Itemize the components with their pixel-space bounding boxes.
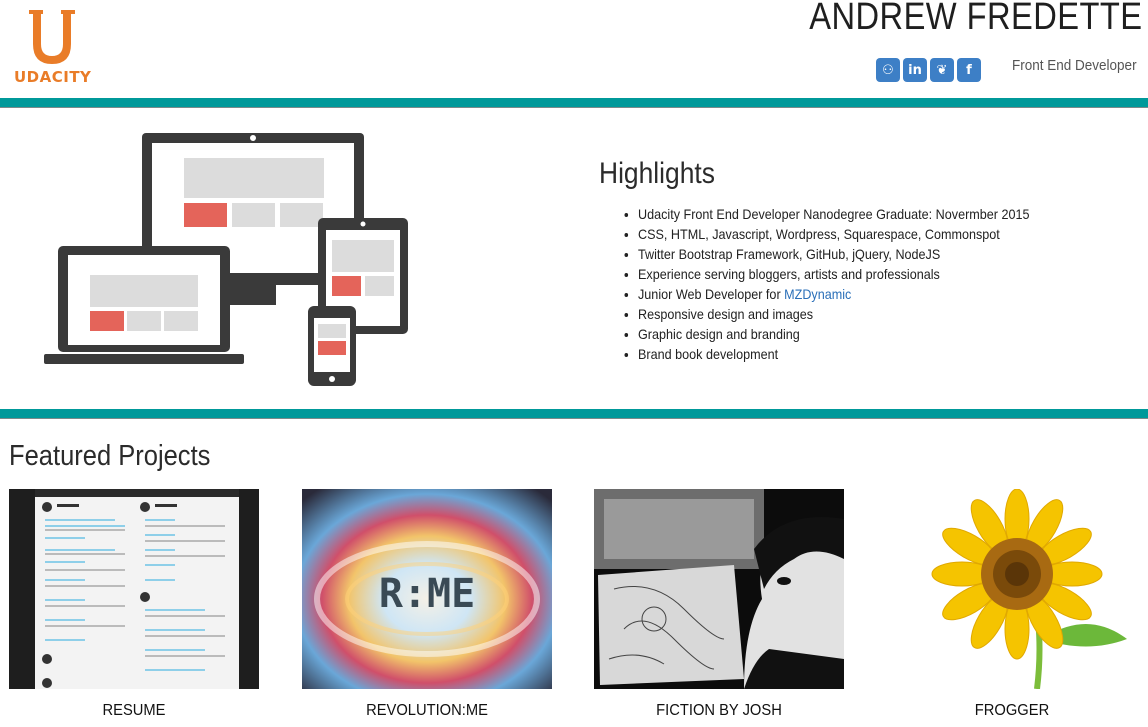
thumb-text: R:ME bbox=[379, 571, 475, 617]
project-caption: FICTION BY JOSH bbox=[656, 702, 782, 719]
role-subtitle: Front End Developer bbox=[1012, 57, 1137, 74]
revolution-me-thumbnail: R:ME bbox=[302, 489, 552, 689]
udacity-logo[interactable]: UDACITY bbox=[14, 10, 92, 90]
resume-thumbnail bbox=[9, 489, 259, 689]
project-card-revolution-me[interactable]: R:ME REVOLUTION:ME bbox=[302, 489, 552, 720]
featured-projects-heading: Featured Projects bbox=[9, 440, 211, 472]
linkedin-icon[interactable]: in bbox=[903, 58, 927, 82]
list-item: CSS, HTML, Javascript, Wordpress, Square… bbox=[638, 224, 1030, 244]
list-item: Graphic design and branding bbox=[638, 324, 1030, 344]
github-icon[interactable]: ⚇ bbox=[876, 58, 900, 82]
list-item: Twitter Bootstrap Framework, GitHub, jQu… bbox=[638, 244, 1030, 264]
twitter-icon[interactable]: ❦ bbox=[930, 58, 954, 82]
udacity-u-icon bbox=[28, 10, 75, 64]
list-item: Brand book development bbox=[638, 344, 1030, 364]
mzdynamic-link[interactable]: MZDynamic bbox=[784, 286, 851, 302]
highlights-heading: Highlights bbox=[599, 157, 715, 190]
social-links: ⚇ in ❦ f bbox=[876, 58, 981, 82]
logo-text: UDACITY bbox=[14, 68, 92, 86]
list-item: Udacity Front End Developer Nanodegree G… bbox=[638, 204, 1030, 224]
project-card-fiction-by-josh[interactable]: FICTION BY JOSH bbox=[594, 489, 844, 720]
responsive-devices-image bbox=[44, 133, 408, 386]
frogger-thumbnail bbox=[887, 488, 1137, 690]
project-card-resume[interactable]: RESUME bbox=[9, 489, 259, 720]
divider-top bbox=[0, 98, 1148, 108]
project-caption: RESUME bbox=[102, 702, 166, 719]
list-item: Experience serving bloggers, artists and… bbox=[638, 264, 1030, 284]
project-card-frogger[interactable]: FROGGER bbox=[887, 488, 1137, 720]
fiction-by-josh-thumbnail bbox=[594, 489, 844, 689]
page-title: ANDREW FREDETTE bbox=[808, 0, 1142, 38]
list-item-text: Junior Web Developer for bbox=[638, 286, 785, 302]
highlights-list: Udacity Front End Developer Nanodegree G… bbox=[620, 204, 1030, 364]
divider-bottom bbox=[0, 409, 1148, 419]
project-caption: REVOLUTION:ME bbox=[366, 702, 488, 719]
list-item: Responsive design and images bbox=[638, 304, 1030, 324]
facebook-icon[interactable]: f bbox=[957, 58, 981, 82]
project-caption: FROGGER bbox=[974, 702, 1050, 719]
list-item: Junior Web Developer for MZDynamic bbox=[638, 284, 1030, 304]
